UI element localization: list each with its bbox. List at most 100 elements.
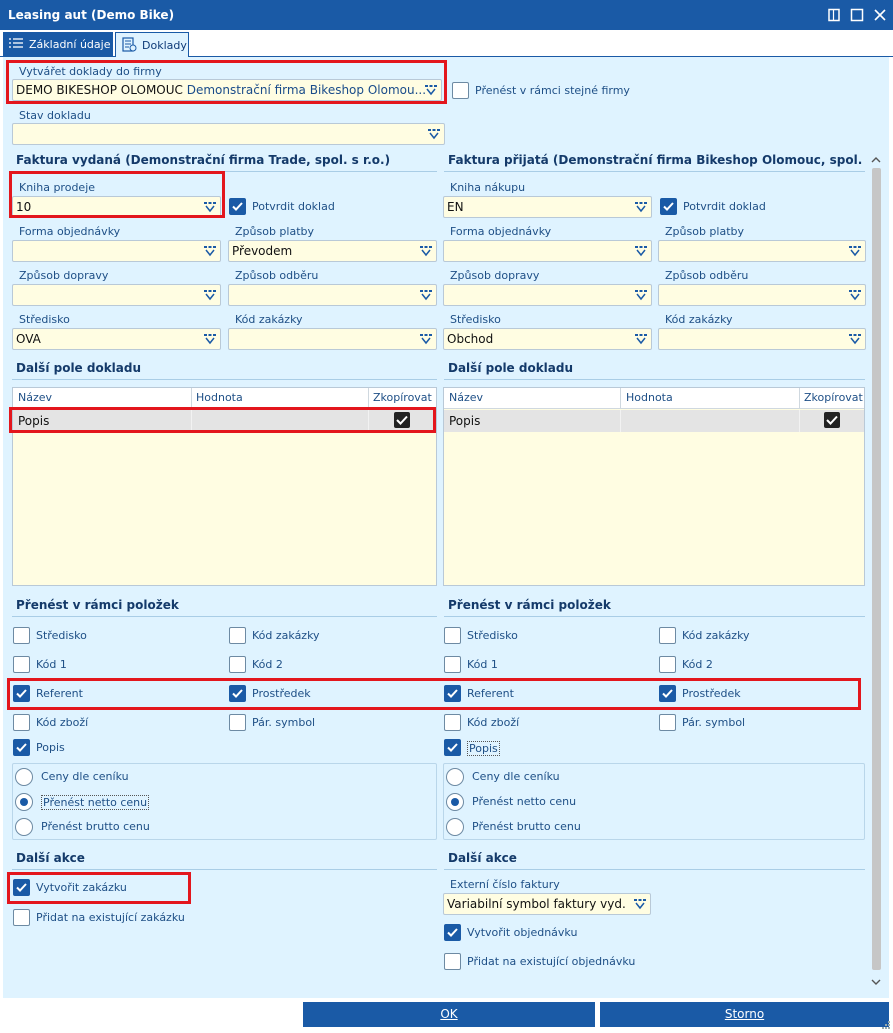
scroll-down-icon[interactable]: [871, 976, 881, 986]
tab-bar: Základní údaje Doklady: [0, 30, 893, 57]
same-firm-checkbox[interactable]: [452, 82, 469, 99]
dropdown-icon[interactable]: [634, 245, 648, 257]
dropdown-icon[interactable]: [203, 333, 217, 345]
dropdown-icon[interactable]: [419, 333, 433, 345]
dropdown-icon[interactable]: [634, 289, 648, 301]
right-center-value: Obchod: [447, 332, 494, 346]
grid-header-copy[interactable]: Zkopírovat: [804, 391, 863, 404]
right-item-center-checkbox[interactable]: [444, 627, 461, 644]
right-book-value: EN: [447, 200, 464, 214]
grid-header-name[interactable]: Název: [449, 391, 483, 404]
right-item-description-checkbox[interactable]: [444, 739, 461, 756]
ext-invoice-label: Externí číslo faktury: [450, 878, 560, 891]
right-center-select[interactable]: Obchod: [443, 328, 652, 350]
right-transport-select[interactable]: [443, 284, 652, 306]
dropdown-icon[interactable]: [634, 201, 648, 213]
left-item-pair-symbol-checkbox[interactable]: [229, 714, 246, 731]
left-price-net-radio[interactable]: [15, 793, 33, 811]
grid-header: Název Hodnota Zkopírovat: [13, 388, 436, 409]
left-item-description-checkbox[interactable]: [13, 739, 30, 756]
dropdown-icon[interactable]: [633, 898, 647, 910]
dropdown-icon[interactable]: [203, 289, 217, 301]
grid-column-separator: [191, 388, 192, 409]
grid-header-copy[interactable]: Zkopírovat: [373, 391, 432, 404]
restore-icon[interactable]: [826, 7, 842, 23]
right-payment-select[interactable]: [658, 240, 866, 262]
ok-button[interactable]: OK: [303, 1002, 595, 1027]
right-confirm-checkbox[interactable]: [660, 198, 677, 215]
right-price-list-radio[interactable]: [446, 768, 464, 786]
right-price-net-radio[interactable]: [446, 793, 464, 811]
maximize-icon[interactable]: [849, 7, 865, 23]
grid-header-value[interactable]: Hodnota: [626, 391, 673, 404]
title-bar: Leasing aut (Demo Bike): [0, 0, 893, 30]
left-items-title: Přenést v rámci položek: [16, 598, 179, 612]
grid-row[interactable]: Popis: [444, 410, 864, 432]
left-item-goods-code-checkbox[interactable]: [13, 714, 30, 731]
dropdown-icon[interactable]: [203, 245, 217, 257]
left-pickup-label: Způsob odběru: [235, 269, 319, 282]
right-price-gross-radio[interactable]: [446, 818, 464, 836]
grid-copy-checkbox[interactable]: [824, 412, 840, 428]
state-select[interactable]: [12, 123, 445, 145]
right-fields-grid[interactable]: Název Hodnota Zkopírovat Popis: [443, 387, 865, 586]
right-item-goods-code-checkbox[interactable]: [444, 714, 461, 731]
grid-header-value[interactable]: Hodnota: [196, 391, 243, 404]
right-item-code2-checkbox[interactable]: [659, 656, 676, 673]
left-price-list-radio[interactable]: [15, 768, 33, 786]
right-pickup-label: Způsob odběru: [665, 269, 749, 282]
right-item-job-checkbox[interactable]: [659, 627, 676, 644]
right-item-code1-checkbox[interactable]: [444, 656, 461, 673]
resize-grip-icon[interactable]: [881, 1019, 891, 1029]
divider: [12, 869, 437, 870]
vertical-scrollbar[interactable]: [868, 152, 884, 992]
left-fields-title: Další pole dokladu: [16, 361, 142, 375]
left-price-gross-radio[interactable]: [15, 818, 33, 836]
left-add-job-checkbox[interactable]: [13, 909, 30, 926]
dropdown-icon[interactable]: [848, 333, 862, 345]
left-item-center-checkbox[interactable]: [13, 627, 30, 644]
tab-documents[interactable]: Doklady: [115, 32, 189, 57]
right-price-net-label: Přenést netto cenu: [472, 795, 577, 808]
right-item-center-label: Středisko: [467, 629, 518, 642]
scroll-up-icon[interactable]: [871, 154, 881, 164]
left-order-form-select[interactable]: [12, 240, 221, 262]
right-add-order-checkbox[interactable]: [444, 953, 461, 970]
dropdown-icon[interactable]: [419, 245, 433, 257]
close-icon[interactable]: [872, 7, 888, 23]
dropdown-icon[interactable]: [427, 128, 441, 140]
right-item-pair-symbol-checkbox[interactable]: [659, 714, 676, 731]
left-item-code2-checkbox[interactable]: [229, 656, 246, 673]
right-center-label: Středisko: [450, 313, 501, 326]
left-job-select[interactable]: [228, 328, 437, 350]
right-order-form-select[interactable]: [443, 240, 652, 262]
ext-invoice-select[interactable]: Variabilní symbol faktury vyd.: [443, 893, 651, 915]
left-confirm-checkbox[interactable]: [229, 198, 246, 215]
divider: [444, 616, 865, 617]
left-add-job-label: Přidat na existující zakázku: [36, 911, 185, 924]
right-pickup-select[interactable]: [658, 284, 866, 306]
grid-header-name[interactable]: Název: [18, 391, 52, 404]
divider: [12, 379, 437, 380]
left-center-select[interactable]: OVA: [12, 328, 221, 350]
dropdown-icon[interactable]: [419, 289, 433, 301]
left-item-job-label: Kód zakázky: [252, 629, 320, 642]
window-title: Leasing aut (Demo Bike): [8, 8, 175, 22]
left-item-job-checkbox[interactable]: [229, 627, 246, 644]
cancel-button[interactable]: Storno: [600, 1002, 889, 1027]
right-job-select[interactable]: [658, 328, 866, 350]
left-pickup-select[interactable]: [228, 284, 437, 306]
right-create-order-checkbox[interactable]: [444, 924, 461, 941]
tab-basic-info[interactable]: Základní údaje: [3, 32, 113, 57]
left-item-code2-label: Kód 2: [252, 658, 283, 671]
dropdown-icon[interactable]: [634, 333, 648, 345]
scrollbar-thumb[interactable]: [872, 168, 881, 970]
left-transport-select[interactable]: [12, 284, 221, 306]
dropdown-icon[interactable]: [848, 289, 862, 301]
dropdown-icon[interactable]: [848, 245, 862, 257]
left-payment-select[interactable]: Převodem: [228, 240, 437, 262]
right-book-select[interactable]: EN: [443, 196, 652, 218]
same-firm-label: Přenést v rámci stejné firmy: [475, 84, 630, 97]
left-item-code1-checkbox[interactable]: [13, 656, 30, 673]
right-fields-title: Další pole dokladu: [448, 361, 574, 375]
